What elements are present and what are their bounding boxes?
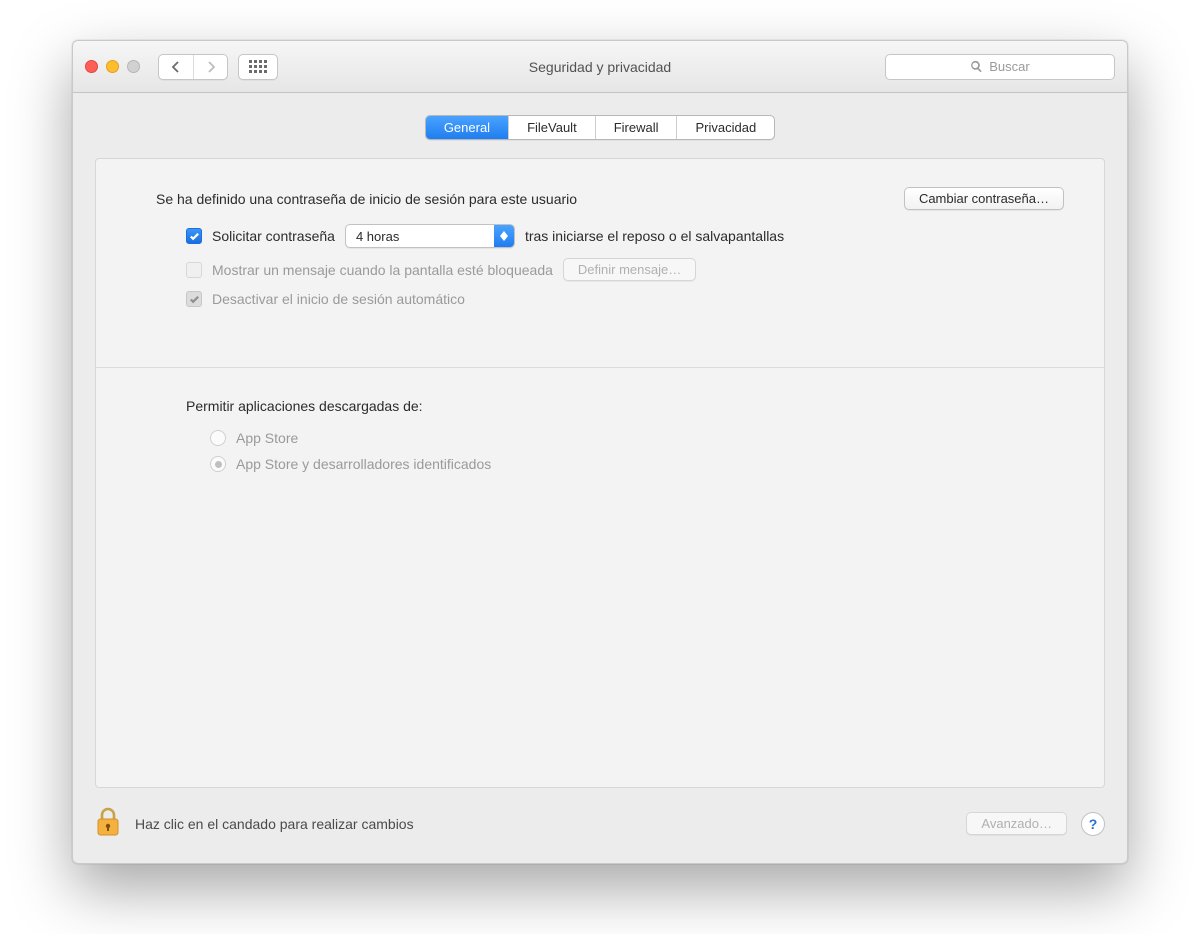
tab-firewall[interactable]: Firewall [595,116,677,139]
minimize-window-button[interactable] [106,60,119,73]
popup-stepper-icon [494,225,514,247]
require-password-delay-popup[interactable]: 4 horas [345,224,515,248]
search-field[interactable]: Buscar [885,54,1115,80]
titlebar: Seguridad y privacidad Buscar [73,41,1127,93]
password-defined-label: Se ha definido una contraseña de inicio … [156,191,577,207]
lock-icon[interactable] [95,806,121,841]
allow-identified-label: App Store y desarrolladores identificado… [236,456,491,472]
disable-autologin-label: Desactivar el inicio de sesión automátic… [212,291,465,307]
grid-icon [249,60,267,73]
search-icon [970,60,983,73]
footer: Haz clic en el candado para realizar cam… [73,788,1127,863]
help-button[interactable]: ? [1081,812,1105,836]
tab-bar: General FileVault Firewall Privacidad [95,115,1105,140]
set-lock-message-button: Definir mensaje… [563,258,696,281]
section-divider [96,367,1104,368]
general-panel: Se ha definido una contraseña de inicio … [95,158,1105,788]
search-placeholder: Buscar [989,59,1029,74]
preferences-window: Seguridad y privacidad Buscar General Fi… [72,40,1128,864]
require-password-label: Solicitar contraseña [212,228,335,244]
tab-filevault[interactable]: FileVault [508,116,595,139]
require-password-after-label: tras iniciarse el reposo o el salvapanta… [525,228,784,244]
disable-autologin-checkbox [186,291,202,307]
allow-appstore-label: App Store [236,430,298,446]
show-lock-message-label: Mostrar un mensaje cuando la pantalla es… [212,262,553,278]
change-password-button[interactable]: Cambiar contraseña… [904,187,1064,210]
tab-general[interactable]: General [426,116,508,139]
traffic-lights [85,60,140,73]
zoom-window-button [127,60,140,73]
show-all-button[interactable] [238,54,278,80]
require-password-checkbox[interactable] [186,228,202,244]
nav-back-forward [158,54,228,80]
body: General FileVault Firewall Privacidad Se… [73,93,1127,788]
allow-appstore-radio [210,430,226,446]
allow-identified-radio [210,456,226,472]
show-lock-message-checkbox [186,262,202,278]
close-window-button[interactable] [85,60,98,73]
tab-privacy[interactable]: Privacidad [676,116,774,139]
require-password-delay-value: 4 horas [356,229,399,244]
advanced-button: Avanzado… [966,812,1067,835]
lock-hint: Haz clic en el candado para realizar cam… [135,816,414,832]
forward-button[interactable] [193,55,227,79]
back-button[interactable] [159,55,193,79]
allow-apps-header: Permitir aplicaciones descargadas de: [136,398,1064,414]
